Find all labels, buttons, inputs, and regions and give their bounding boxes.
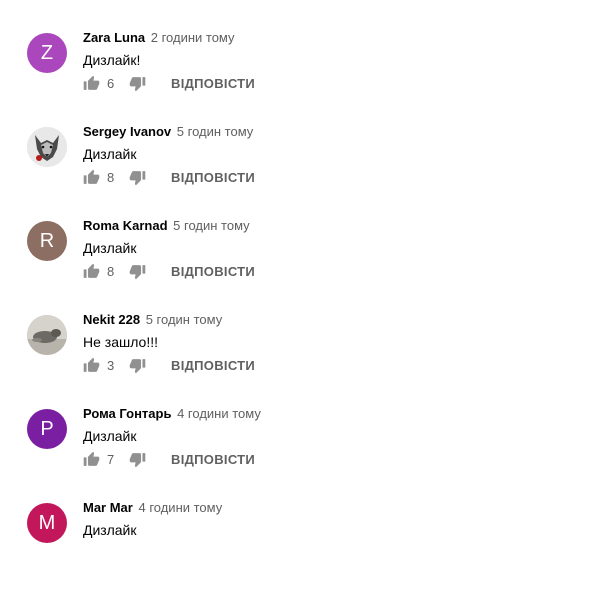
reply-button[interactable]: ВІДПОВІСТИ (171, 76, 255, 92)
comment-text: Дизлайк (83, 240, 137, 256)
reply-button[interactable]: ВІДПОВІСТИ (171, 358, 255, 374)
timestamp[interactable]: 4 години тому (138, 500, 222, 515)
comment-item: R Roma Karnad 5 годин тому Дизлайк 8 ВІД… (0, 213, 610, 307)
like-count: 3 (107, 358, 115, 373)
avatar[interactable]: R (27, 221, 67, 261)
reply-button[interactable]: ВІДПОВІСТИ (171, 452, 255, 468)
comment-header: Рома Гонтарь 4 години тому (83, 405, 261, 423)
comment-header: Sergey Ivanov 5 годин тому (83, 123, 253, 141)
author-name[interactable]: Mar Mar (83, 500, 133, 515)
comment-item: M Mar Mar 4 години тому Дизлайк (0, 495, 610, 589)
like-button[interactable] (83, 355, 101, 377)
like-count: 8 (107, 170, 115, 185)
dislike-button[interactable] (129, 449, 147, 471)
thumbs-up-icon (83, 357, 100, 372)
author-name[interactable]: Sergey Ivanov (83, 124, 171, 139)
timestamp[interactable]: 4 години тому (177, 406, 261, 421)
timestamp[interactable]: 5 годин тому (177, 124, 254, 139)
dislike-button[interactable] (129, 73, 147, 95)
thumbs-down-icon (129, 265, 146, 280)
comment-item: Sergey Ivanov 5 годин тому Дизлайк 8 ВІД… (0, 119, 610, 213)
animal-photo-avatar-image (27, 315, 67, 355)
timestamp[interactable]: 5 годин тому (173, 218, 250, 233)
comment-item: Z Zara Luna 2 години тому Дизлайк! 6 ВІД… (0, 25, 610, 119)
comment-text: Не зашло!!! (83, 334, 159, 350)
like-button[interactable] (83, 261, 101, 283)
comment-header: Zara Luna 2 години тому (83, 29, 235, 47)
wolf-avatar-image (27, 127, 67, 167)
thumbs-down-icon (129, 453, 146, 468)
avatar[interactable]: M (27, 503, 67, 543)
author-name[interactable]: Nekit 228 (83, 312, 140, 327)
thumbs-up-icon (83, 263, 100, 278)
thumbs-up-icon (83, 169, 100, 184)
dislike-button[interactable] (129, 355, 147, 377)
like-button[interactable] (83, 167, 101, 189)
reply-button[interactable]: ВІДПОВІСТИ (171, 170, 255, 186)
avatar[interactable] (27, 315, 67, 355)
like-count: 8 (107, 264, 115, 279)
comment-header: Roma Karnad 5 годин тому (83, 217, 250, 235)
avatar[interactable] (27, 127, 67, 167)
thumbs-up-icon (83, 451, 100, 466)
thumbs-down-icon (129, 359, 146, 374)
comment-header: Mar Mar 4 години тому (83, 499, 222, 517)
comment-item: Nekit 228 5 годин тому Не зашло!!! 3 ВІД… (0, 307, 610, 401)
author-name[interactable]: Roma Karnad (83, 218, 168, 233)
comment-text: Дизлайк (83, 146, 137, 162)
timestamp[interactable]: 2 години тому (151, 30, 235, 45)
dislike-button[interactable] (129, 261, 147, 283)
thumbs-down-icon (129, 171, 146, 186)
like-count: 7 (107, 452, 115, 467)
reply-button[interactable]: ВІДПОВІСТИ (171, 264, 255, 280)
like-button[interactable] (83, 449, 101, 471)
like-button[interactable] (83, 73, 101, 95)
avatar[interactable]: Z (27, 33, 67, 73)
like-count: 6 (107, 76, 115, 91)
author-name[interactable]: Zara Luna (83, 30, 145, 45)
comment-text: Дизлайк (83, 522, 137, 538)
comment-item: P Рома Гонтарь 4 години тому Дизлайк 7 В… (0, 401, 610, 495)
timestamp[interactable]: 5 годин тому (146, 312, 223, 327)
comment-header: Nekit 228 5 годин тому (83, 311, 222, 329)
thumbs-down-icon (129, 77, 146, 92)
dislike-button[interactable] (129, 167, 147, 189)
thumbs-up-icon (83, 75, 100, 90)
avatar[interactable]: P (27, 409, 67, 449)
comment-text: Дизлайк! (83, 52, 141, 68)
comment-text: Дизлайк (83, 428, 137, 444)
author-name[interactable]: Рома Гонтарь (83, 406, 171, 421)
